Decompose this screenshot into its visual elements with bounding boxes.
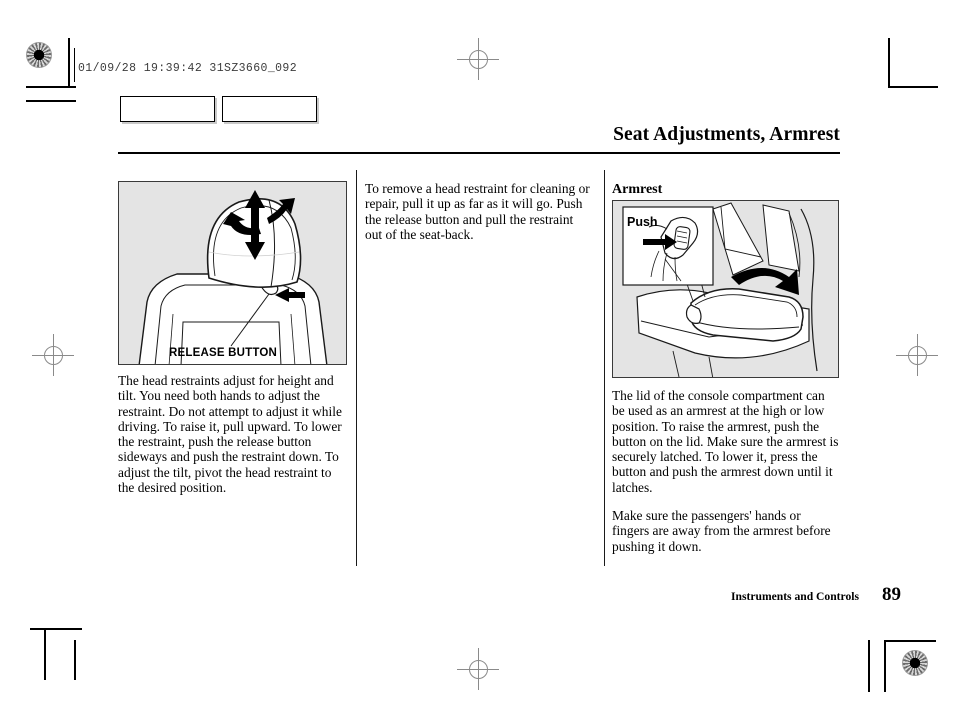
column-divider-right (604, 170, 605, 566)
page-title: Seat Adjustments, Armrest (613, 124, 840, 145)
registration-rosette-top-left (26, 42, 52, 68)
head-restraint-illustration (138, 190, 328, 364)
tag-box-2 (222, 96, 317, 122)
crosshair-ring (469, 50, 488, 69)
registration-crosshair-bottom (457, 648, 499, 690)
right-paragraph-2: Make sure the passengers' hands or finge… (612, 508, 831, 554)
print-slug-text: 01/09/28 19:39:42 31SZ3660_092 (78, 62, 298, 75)
crop-mark-top-right-horizontal (888, 86, 938, 88)
left-paragraph-1: The head restraints adjust for height an… (118, 373, 342, 496)
crop-mark-top-right-vertical (888, 38, 890, 88)
crop-mark-top-left-horizontal (26, 86, 76, 88)
registration-rosette-bottom-right (902, 650, 928, 676)
crop-mark-bottom-left-horizontal (30, 628, 82, 630)
middle-column-body: To remove a head restraint for cleaning … (365, 181, 593, 255)
tag-box-1 (120, 96, 215, 122)
crosshair-ring (469, 660, 488, 679)
right-column-body: The lid of the console compartment can b… (612, 388, 840, 567)
registration-crosshair-top (457, 38, 499, 80)
figure-head-restraint: RELEASE BUTTON (118, 181, 347, 365)
crop-mark-bottom-left-vertical-2 (74, 640, 76, 680)
crop-mark-top-left-horizontal-2 (26, 100, 76, 102)
crop-mark-bottom-right-vertical (884, 640, 886, 692)
footer-page-number: 89 (882, 584, 901, 605)
crosshair-ring (44, 346, 63, 365)
figure-caption-release-button: RELEASE BUTTON (169, 347, 278, 359)
crop-mark-bottom-left-vertical (44, 628, 46, 680)
registration-crosshair-right (896, 334, 938, 376)
figure-armrest: Push (612, 200, 839, 378)
column-divider-left (356, 170, 357, 566)
crosshair-ring (908, 346, 927, 365)
left-column-body: The head restraints adjust for height an… (118, 373, 346, 508)
section-heading-armrest: Armrest (612, 182, 663, 197)
right-paragraph-1: The lid of the console compartment can b… (612, 388, 839, 495)
footer-section-label: Instruments and Controls (731, 590, 859, 603)
slug-rule (74, 48, 75, 82)
title-rule (118, 152, 840, 154)
registration-crosshair-left (32, 334, 74, 376)
crop-mark-bottom-right-vertical-2 (868, 640, 870, 692)
middle-paragraph-1: To remove a head restraint for cleaning … (365, 181, 590, 242)
crop-mark-bottom-right-horizontal (884, 640, 936, 642)
inset-label-push: Push (627, 215, 658, 229)
crop-mark-top-left-vertical (68, 38, 70, 88)
